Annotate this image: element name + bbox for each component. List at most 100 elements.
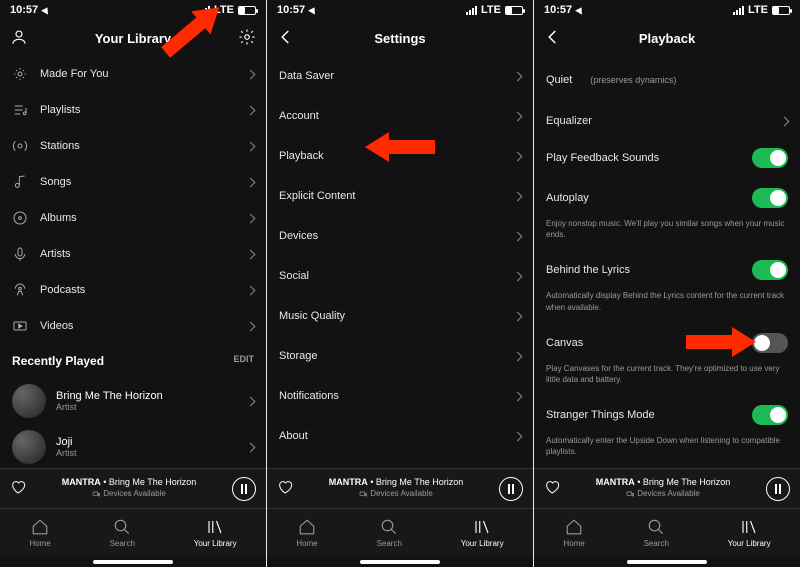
library-item-stations[interactable]: Stations — [0, 128, 266, 164]
library-item-playlists[interactable]: Playlists — [0, 92, 266, 128]
tab-search[interactable]: Search — [644, 518, 669, 548]
screen-playback: 10:57 LTE Playback Quiet(preserves dynam… — [534, 0, 800, 567]
note-icon — [12, 174, 28, 190]
library-item-artists[interactable]: Artists — [0, 236, 266, 272]
screen-library: 10:57 LTE Your Library Made For You Play… — [0, 0, 266, 567]
chevron-right-icon — [513, 151, 523, 161]
profile-button[interactable] — [10, 28, 28, 46]
recently-played-header: Recently Played EDIT — [0, 344, 266, 378]
settings-item-devices[interactable]: Devices — [267, 216, 533, 256]
toggle-autoplay[interactable] — [752, 188, 788, 208]
screen-settings: 10:57 LTE Settings Data Saver Account Pl… — [267, 0, 533, 567]
settings-item-explicit content[interactable]: Explicit Content — [267, 176, 533, 216]
location-icon — [41, 5, 51, 14]
toggle-behind the lyrics[interactable] — [752, 260, 788, 280]
chevron-right-icon — [246, 249, 256, 259]
library-title: Your Library — [95, 31, 171, 46]
library-item-made for you[interactable]: Made For You — [0, 56, 266, 92]
playback-item-behind the lyrics: Behind the Lyrics — [534, 250, 800, 290]
back-button[interactable] — [277, 28, 295, 46]
like-button[interactable] — [10, 479, 26, 498]
pause-button[interactable] — [499, 477, 523, 501]
now-playing-bar[interactable]: MANTRA • Bring Me The HorizonDevices Ava… — [267, 468, 533, 508]
like-button[interactable] — [277, 479, 293, 498]
playlist-icon — [12, 102, 28, 118]
settings-item-music quality[interactable]: Music Quality — [267, 296, 533, 336]
settings-item-data saver[interactable]: Data Saver — [267, 56, 533, 96]
like-button[interactable] — [544, 479, 560, 498]
settings-item-about[interactable]: About — [267, 416, 533, 456]
tab-library[interactable]: Your Library — [194, 518, 237, 548]
chevron-right-icon — [246, 105, 256, 115]
tab-home[interactable]: Home — [29, 518, 50, 548]
library-icon — [206, 518, 224, 536]
chevron-right-icon — [513, 431, 523, 441]
library-item-videos[interactable]: Videos — [0, 308, 266, 344]
playback-item-desc: Play Canvases for the current track. The… — [534, 363, 800, 395]
tab-home[interactable]: Home — [296, 518, 317, 548]
tab-home[interactable]: Home — [563, 518, 584, 548]
disc-icon — [12, 210, 28, 226]
chevron-right-icon — [246, 442, 256, 452]
now-playing-bar[interactable]: MANTRA • Bring Me The HorizonDevices Ava… — [534, 468, 800, 508]
playback-item-desc: Enjoy nonstop music. We'll play you simi… — [534, 218, 800, 250]
playback-item-equalizer[interactable]: Equalizer — [534, 104, 800, 138]
chevron-right-icon — [513, 311, 523, 321]
chevron-right-icon — [513, 391, 523, 401]
playback-item-play feedback sounds: Play Feedback Sounds — [534, 138, 800, 178]
settings-button[interactable] — [238, 28, 256, 46]
tab-search[interactable]: Search — [110, 518, 135, 548]
artwork-thumbnail — [12, 430, 46, 464]
chevron-right-icon — [246, 69, 256, 79]
settings-item-social[interactable]: Social — [267, 256, 533, 296]
signal-icon — [466, 6, 477, 15]
tab-library[interactable]: Your Library — [461, 518, 504, 548]
chevron-right-icon — [513, 231, 523, 241]
battery-icon — [772, 6, 790, 15]
location-icon — [575, 5, 585, 14]
chevron-right-icon — [513, 271, 523, 281]
playback-item-desc: Automatically enter the Upside Down when… — [534, 435, 800, 467]
mic-icon — [12, 246, 28, 262]
pause-button[interactable] — [766, 477, 790, 501]
recent-item[interactable]: Bring Me The Horizon Artist — [0, 378, 266, 424]
tab-library[interactable]: Your Library — [728, 518, 771, 548]
library-item-albums[interactable]: Albums — [0, 200, 266, 236]
pause-button[interactable] — [232, 477, 256, 501]
chevron-right-icon — [246, 213, 256, 223]
tab-search[interactable]: Search — [377, 518, 402, 548]
tab-bar: Home Search Your Library — [0, 508, 266, 556]
artwork-thumbnail — [12, 384, 46, 418]
settings-item-notifications[interactable]: Notifications — [267, 376, 533, 416]
signal-icon — [733, 6, 744, 15]
chevron-right-icon — [246, 141, 256, 151]
now-playing-bar[interactable]: MANTRA • Bring Me The Horizon Devices Av… — [0, 468, 266, 508]
recent-item[interactable]: Joji Artist — [0, 424, 266, 468]
library-item-podcasts[interactable]: Podcasts — [0, 272, 266, 308]
settings-item-storage[interactable]: Storage — [267, 336, 533, 376]
chevron-right-icon — [513, 111, 523, 121]
home-icon — [31, 518, 49, 536]
battery-icon — [238, 6, 256, 15]
podcast-icon — [12, 282, 28, 298]
toggle-play feedback sounds[interactable] — [752, 148, 788, 168]
toggle-stranger things mode[interactable] — [752, 405, 788, 425]
chevron-right-icon — [513, 191, 523, 201]
back-button[interactable] — [544, 28, 562, 46]
playback-item-autoplay: Autoplay — [534, 178, 800, 218]
status-bar: 10:57 LTE — [0, 0, 266, 20]
settings-content: Data Saver Account Playback Explicit Con… — [267, 56, 533, 468]
library-header: Your Library — [0, 20, 266, 56]
devices-icon — [92, 490, 100, 498]
edit-button[interactable]: EDIT — [233, 354, 254, 368]
settings-item-playback[interactable]: Playback — [267, 136, 533, 176]
chevron-right-icon — [513, 351, 523, 361]
library-item-songs[interactable]: Songs — [0, 164, 266, 200]
toggle-canvas[interactable] — [752, 333, 788, 353]
status-bar: 10:57 LTE — [267, 0, 533, 20]
chevron-right-icon — [246, 321, 256, 331]
status-time: 10:57 — [10, 4, 38, 16]
settings-item-account[interactable]: Account — [267, 96, 533, 136]
quiet-row[interactable]: Quiet(preserves dynamics) — [534, 56, 800, 104]
status-bar: 10:57 LTE — [534, 0, 800, 20]
